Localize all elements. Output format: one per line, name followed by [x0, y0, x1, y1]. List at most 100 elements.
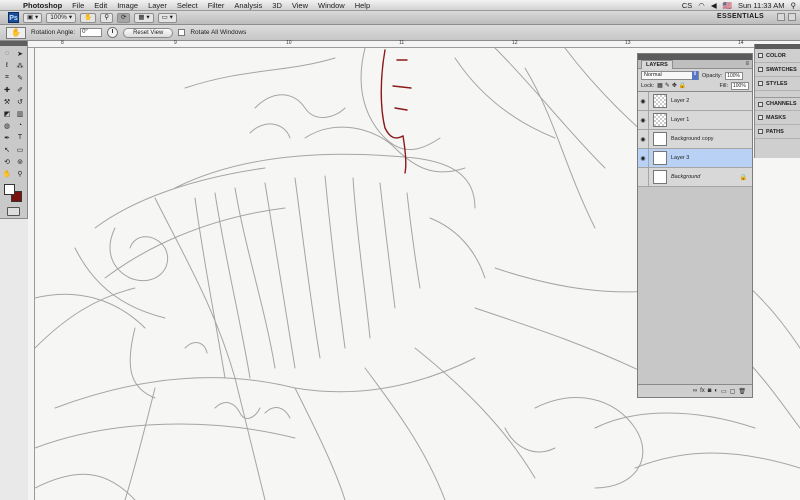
zoom-tool-button[interactable]: ⚲	[100, 12, 113, 23]
history-brush-tool-icon[interactable]: ↺	[14, 96, 26, 107]
3d-orbit-tool-icon[interactable]: ⊚	[14, 156, 26, 167]
layer-row-background[interactable]: Background 🔒	[638, 167, 752, 187]
rotate-view-button[interactable]: ⟳	[116, 12, 131, 23]
move-tool-icon[interactable]: ➤	[14, 48, 26, 59]
type-tool-icon[interactable]: T	[14, 132, 26, 143]
launch-bridge-button[interactable]: ▣ ▾	[23, 12, 43, 23]
ruler-number: 10	[286, 40, 292, 46]
menu-select[interactable]: Select	[172, 0, 203, 11]
3d-rotate-tool-icon[interactable]: ⟲	[1, 156, 13, 167]
rotation-dial[interactable]	[107, 27, 119, 38]
dock-color[interactable]: COLOR	[755, 49, 800, 63]
fill-input[interactable]: 100%	[731, 81, 749, 90]
ruler-number: 11	[399, 40, 405, 46]
path-selection-tool-icon[interactable]: ↖	[1, 144, 13, 155]
foreground-color-swatch[interactable]	[4, 184, 15, 195]
crop-tool-icon[interactable]: ⌗	[1, 72, 13, 83]
lock-label: Lock:	[641, 82, 655, 89]
layer-name: Layer 3	[671, 155, 690, 161]
healing-brush-tool-icon[interactable]: ✚	[1, 84, 13, 95]
layer-row-layer-3[interactable]: ◉ Layer 3	[638, 148, 752, 168]
wifi-icon[interactable]: ◠	[698, 1, 705, 10]
link-icon[interactable]: ∞	[693, 388, 697, 394]
dock-channels[interactable]: CHANNELS	[755, 97, 800, 111]
ruler-number: 9	[174, 40, 177, 46]
zoom-tool-icon[interactable]: ⚲	[14, 168, 26, 179]
marquee-tool-icon[interactable]: ◌	[1, 48, 13, 59]
dock-label: COLOR	[766, 52, 786, 59]
mask-icon[interactable]: ◙	[708, 388, 712, 394]
visibility-eye-icon[interactable]: ◉	[638, 129, 649, 149]
eyedropper-tool-icon[interactable]: ✎	[14, 72, 26, 83]
cs-menu-extra[interactable]: CS	[682, 1, 692, 10]
dock-paths[interactable]: PATHS	[755, 125, 800, 139]
menu-image[interactable]: Image	[112, 0, 143, 11]
brush-tool-icon[interactable]: ✐	[14, 84, 26, 95]
layers-panel: LAYERS ≡ Normal Opacity: 100% Lock: ▦ ✎ …	[637, 53, 753, 398]
visibility-eye-icon[interactable]: ◉	[638, 110, 649, 130]
screen-mode-button[interactable]: ▭ ▾	[157, 12, 177, 23]
tab-layers[interactable]: LAYERS	[641, 59, 673, 69]
shape-tool-icon[interactable]: ▭	[14, 144, 26, 155]
menu-3d[interactable]: 3D	[267, 0, 287, 11]
volume-icon[interactable]: ◀	[711, 1, 717, 10]
clock[interactable]: Sun 11:33 AM	[738, 1, 785, 10]
menu-app-name[interactable]: Photoshop	[18, 0, 67, 11]
magic-wand-tool-icon[interactable]: ⁂	[14, 60, 26, 71]
zoom-level-select[interactable]: 100% ▾	[46, 12, 77, 23]
workspace-switcher[interactable]: ESSENTIALS	[717, 13, 764, 20]
layer-thumbnail	[653, 94, 667, 108]
blend-mode-select[interactable]: Normal	[641, 71, 699, 80]
pen-tool-icon[interactable]: ✒	[1, 132, 13, 143]
menu-file[interactable]: File	[67, 0, 89, 11]
tool-preset-picker[interactable]: ✋	[6, 26, 26, 39]
ruler-vertical[interactable]	[28, 48, 35, 500]
dock-masks[interactable]: MASKS	[755, 111, 800, 125]
color-icon	[758, 53, 763, 58]
hand-tool-button[interactable]: ✋	[80, 12, 97, 23]
hand-tool-icon[interactable]: ✋	[1, 168, 13, 179]
trash-icon[interactable]: 🗑	[738, 388, 746, 395]
visibility-eye-icon[interactable]: ◉	[638, 148, 649, 168]
opacity-input[interactable]: 100%	[725, 71, 744, 80]
menu-help[interactable]: Help	[350, 0, 375, 11]
lock-pixels-icon[interactable]: ✎	[665, 82, 670, 89]
group-icon[interactable]: ▭	[721, 388, 727, 395]
menu-view[interactable]: View	[287, 0, 313, 11]
flag-icon[interactable]: 🇺🇸	[723, 1, 732, 10]
lasso-tool-icon[interactable]: ℓ	[1, 60, 13, 71]
layer-row-layer-1[interactable]: ◉ Layer 1	[638, 110, 752, 130]
menu-analysis[interactable]: Analysis	[229, 0, 267, 11]
dock-styles[interactable]: STYLES	[755, 77, 800, 91]
menu-filter[interactable]: Filter	[203, 0, 230, 11]
visibility-toggle-empty[interactable]	[638, 167, 649, 187]
rotation-angle-input[interactable]: 0°	[80, 28, 103, 37]
minimize-button[interactable]	[777, 13, 785, 21]
blur-tool-icon[interactable]: ◍	[1, 120, 13, 131]
fx-icon[interactable]: fx	[700, 388, 705, 394]
lock-all-icon[interactable]: 🔒	[679, 82, 686, 89]
reset-view-button[interactable]: Reset View	[123, 27, 174, 38]
new-layer-icon[interactable]: ▢	[730, 388, 736, 395]
layer-row-background-copy[interactable]: ◉ Background copy	[638, 129, 752, 149]
eraser-tool-icon[interactable]: ◩	[1, 108, 13, 119]
ruler-horizontal[interactable]: 8 9 10 11 12 13 14	[28, 40, 800, 48]
dock-swatches[interactable]: SWATCHES	[755, 63, 800, 77]
menu-layer[interactable]: Layer	[143, 0, 172, 11]
rotate-all-windows-checkbox[interactable]	[178, 29, 186, 36]
clone-stamp-tool-icon[interactable]: ⚒	[1, 96, 13, 107]
menu-window[interactable]: Window	[313, 0, 350, 11]
layer-row-layer-2[interactable]: ◉ Layer 2	[638, 91, 752, 111]
arrange-documents-button[interactable]: ▦ ▾	[134, 12, 154, 23]
dodge-tool-icon[interactable]: ◔	[14, 120, 26, 131]
adjustment-icon[interactable]: ◐	[714, 388, 718, 394]
quick-mask-button[interactable]	[7, 207, 20, 216]
gradient-tool-icon[interactable]: ▥	[14, 108, 26, 119]
menu-edit[interactable]: Edit	[89, 0, 112, 11]
panel-menu-icon[interactable]: ≡	[745, 61, 749, 67]
lock-position-icon[interactable]: ✥	[672, 82, 677, 89]
spotlight-icon[interactable]: ⚲	[791, 1, 797, 10]
lock-transparency-icon[interactable]: ▦	[657, 82, 663, 89]
maximize-button[interactable]	[788, 13, 796, 21]
visibility-eye-icon[interactable]: ◉	[638, 91, 649, 111]
